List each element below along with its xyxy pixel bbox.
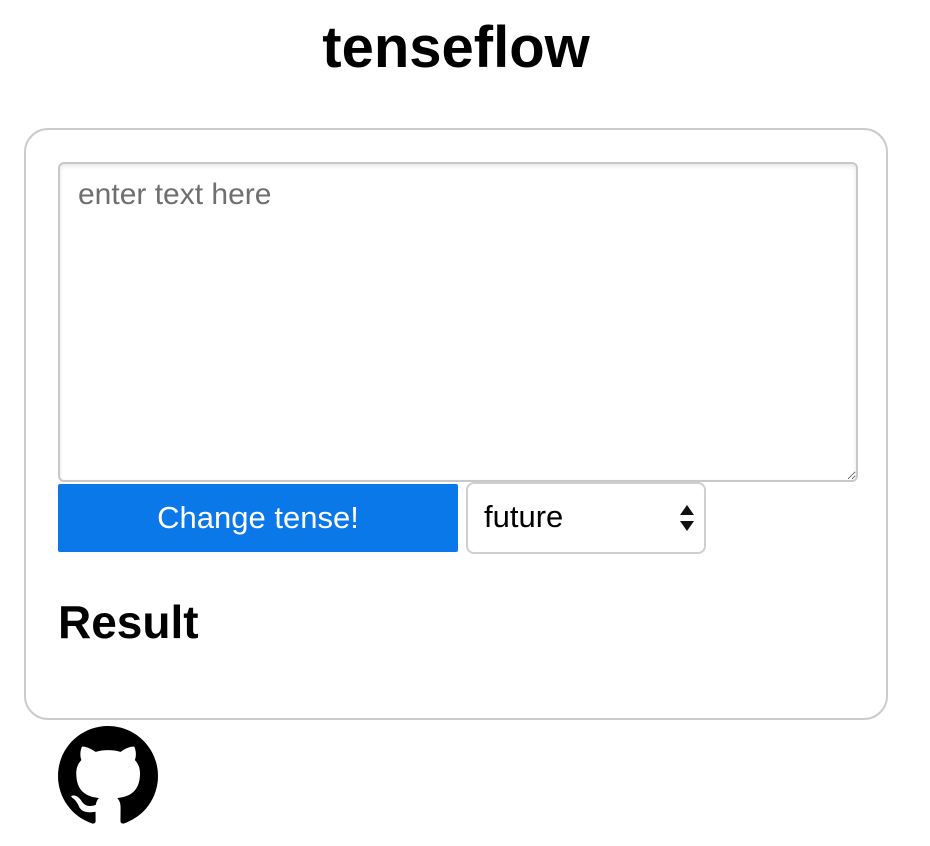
tense-select-value: future [484, 499, 564, 534]
app-title: tenseflow [322, 15, 590, 80]
github-link[interactable] [58, 726, 158, 826]
tense-select[interactable]: future [466, 482, 706, 554]
result-heading: Result [58, 596, 199, 648]
github-icon [58, 726, 158, 824]
text-input[interactable] [58, 162, 858, 482]
chevron-up-down-icon [680, 505, 694, 531]
change-tense-button[interactable]: Change tense! [58, 484, 458, 552]
